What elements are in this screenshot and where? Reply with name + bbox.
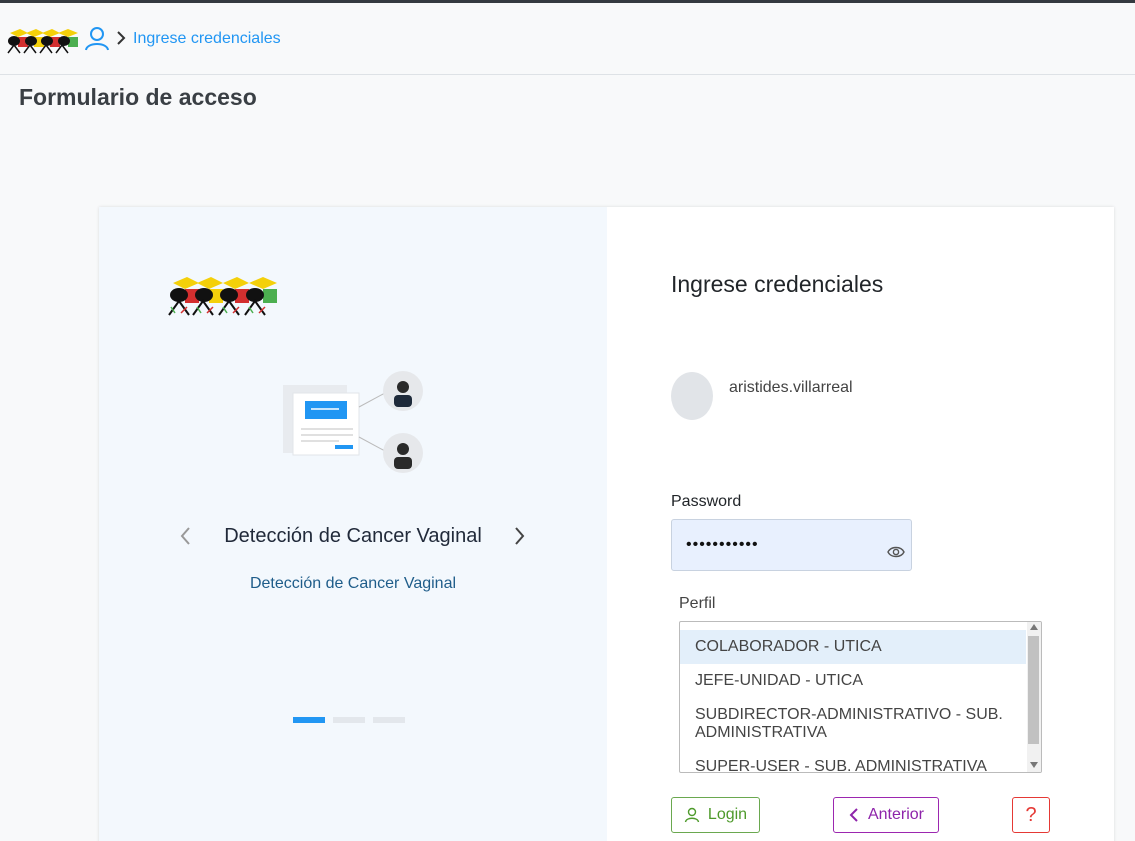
login-card: Detección de Cancer Vaginal Detección de… xyxy=(99,207,1114,841)
document-share-illustration xyxy=(283,371,423,473)
user-icon xyxy=(684,807,700,823)
anterior-label: Anterior xyxy=(867,806,925,823)
username: aristides.villarreal xyxy=(729,379,853,396)
chevron-left-icon xyxy=(849,808,858,822)
scroll-up-icon[interactable] xyxy=(1030,624,1038,630)
carousel-title: Detección de Cancer Vaginal xyxy=(224,525,482,547)
avatar xyxy=(671,372,713,420)
user-icon[interactable] xyxy=(84,25,110,51)
perfil-label: Perfil xyxy=(679,595,716,612)
perfil-option[interactable]: SUPER-USER - SUB. ADMINISTRATIVA xyxy=(680,750,1026,772)
password-input[interactable] xyxy=(686,534,876,556)
breadcrumb-current[interactable]: Ingrese credenciales xyxy=(133,30,281,48)
chevron-right-icon[interactable] xyxy=(510,525,528,547)
perfil-option[interactable]: JEFE-UNIDAD - UTICA xyxy=(680,664,1026,698)
anterior-button[interactable]: Anterior xyxy=(833,797,939,833)
form-title: Ingrese credenciales xyxy=(671,271,884,297)
carousel-dot[interactable] xyxy=(293,717,325,723)
password-field[interactable] xyxy=(671,519,912,571)
chevron-right-icon xyxy=(117,31,126,45)
scroll-thumb[interactable] xyxy=(1028,636,1039,744)
header-bar: Ingrese credenciales xyxy=(0,3,1135,75)
perfil-listbox[interactable]: COLABORADOR - UTICA JEFE-UNIDAD - UTICA … xyxy=(679,621,1042,773)
login-button[interactable]: Login xyxy=(671,797,760,833)
scroll-down-icon[interactable] xyxy=(1030,762,1038,768)
ants-logo-icon xyxy=(168,277,277,316)
scrollbar[interactable] xyxy=(1027,622,1041,772)
help-label: ? xyxy=(1025,803,1037,826)
carousel-subtitle: Detección de Cancer Vaginal xyxy=(249,575,457,592)
password-label: Password xyxy=(671,493,742,510)
carousel-dot[interactable] xyxy=(333,717,365,723)
login-label: Login xyxy=(707,806,748,823)
carousel-panel: Detección de Cancer Vaginal Detección de… xyxy=(99,207,607,841)
help-button[interactable]: ? xyxy=(1012,797,1050,833)
ants-logo-icon[interactable] xyxy=(6,27,84,55)
eye-icon[interactable] xyxy=(887,545,905,559)
page-title: Formulario de acceso xyxy=(19,84,257,110)
carousel-dot[interactable] xyxy=(373,717,405,723)
carousel-indicators xyxy=(293,717,405,723)
perfil-option[interactable]: SUBDIRECTOR-ADMINISTRATIVO - SUB. ADMINI… xyxy=(680,698,1026,742)
perfil-option[interactable]: COLABORADOR - UTICA xyxy=(680,630,1026,664)
